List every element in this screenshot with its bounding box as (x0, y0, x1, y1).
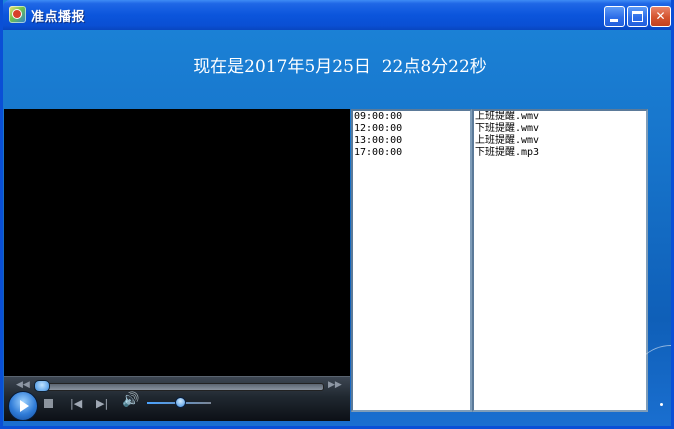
close-icon: ✕ (655, 9, 666, 23)
clock-label: 现在是2017年5月25日 22点8分22秒 (193, 57, 487, 77)
list-item[interactable]: 13:00:00 (353, 135, 470, 147)
play-button[interactable] (8, 391, 38, 421)
next-icon[interactable]: ▶| (96, 398, 108, 409)
fast-forward-icon[interactable]: ▶▶ (328, 380, 342, 390)
title-bar[interactable]: 准点播报 ✕ (3, 0, 671, 30)
list-item[interactable]: 上班提醒.wmv (474, 135, 646, 147)
list-item[interactable]: 12:00:00 (353, 123, 470, 135)
app-window: 准点播报 ✕ 现在是2017年5月25日 22点8分22秒 ◀◀ ▶▶ |◀ ▶… (0, 0, 674, 429)
desktop-glow-dot (660, 403, 663, 406)
previous-icon[interactable]: |◀ (70, 398, 82, 409)
list-item[interactable]: 上班提醒.wmv (474, 111, 646, 123)
seek-bar[interactable] (34, 383, 324, 391)
volume-icon[interactable]: 🔊 (122, 393, 139, 407)
schedule-times-list[interactable]: 09:00:00 12:00:00 13:00:00 17:00:00 (351, 109, 472, 412)
list-item[interactable]: 09:00:00 (353, 111, 470, 123)
seek-thumb[interactable] (34, 380, 50, 392)
app-icon (9, 6, 26, 23)
close-button[interactable]: ✕ (650, 6, 671, 27)
list-item[interactable]: 下班提醒.mp3 (474, 147, 646, 159)
player-controls: ◀◀ ▶▶ |◀ ▶| 🔊 (4, 376, 350, 421)
window-title: 准点播报 (31, 10, 86, 25)
stop-icon[interactable] (44, 399, 53, 408)
volume-thumb[interactable] (175, 397, 186, 408)
schedule-files-list[interactable]: 上班提醒.wmv 下班提醒.wmv 上班提醒.wmv 下班提醒.mp3 (472, 109, 648, 412)
rewind-icon[interactable]: ◀◀ (16, 380, 30, 390)
maximize-button[interactable] (627, 6, 648, 27)
minimize-button[interactable] (604, 6, 625, 27)
media-player[interactable]: ◀◀ ▶▶ |◀ ▶| 🔊 (4, 109, 350, 421)
list-item[interactable]: 17:00:00 (353, 147, 470, 159)
list-item[interactable]: 下班提醒.wmv (474, 123, 646, 135)
